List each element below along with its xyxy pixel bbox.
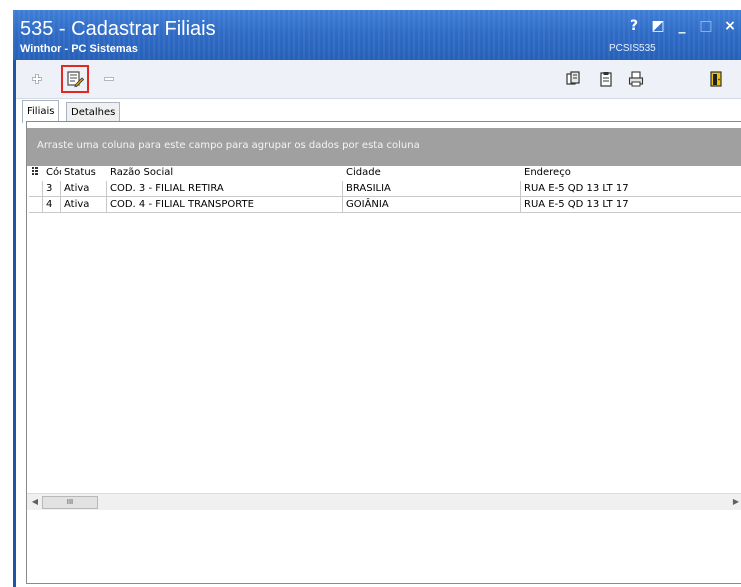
minus-icon: [104, 77, 114, 81]
grid-panel: Arraste uma coluna para este campo para …: [26, 121, 741, 584]
remove-button[interactable]: [98, 68, 120, 90]
clipboard-icon: [600, 72, 612, 87]
edit-record-icon: [67, 71, 84, 88]
window-controls: ? ◩ _ □ ×: [623, 16, 741, 36]
paste-button[interactable]: [595, 68, 617, 90]
plus-icon: [32, 74, 42, 84]
minimize-button[interactable]: _: [671, 16, 693, 36]
column-chooser-icon[interactable]: [29, 166, 43, 180]
column-header-cod[interactable]: Cód: [43, 166, 61, 180]
close-button[interactable]: ×: [719, 16, 741, 36]
tab-detalhes[interactable]: Detalhes: [66, 102, 121, 122]
column-header-razao-social[interactable]: Razão Social: [107, 166, 343, 180]
table-row[interactable]: 3 Ativa COD. 3 - FILIAL RETIRA BRASILIA …: [29, 181, 741, 197]
cell-cidade[interactable]: GOIÂNIA: [343, 197, 521, 212]
cell-cod[interactable]: 3: [43, 181, 61, 196]
print-icon: [628, 71, 644, 87]
edit-button[interactable]: [61, 65, 89, 93]
column-header-endereco[interactable]: Endereço: [521, 166, 741, 180]
column-header-cidade[interactable]: Cidade: [343, 166, 521, 180]
cell-cod[interactable]: 4: [43, 197, 61, 212]
toolbar: [16, 60, 741, 99]
app-window: 535 - Cadastrar Filiais Winthor - PC Sis…: [0, 0, 741, 587]
routine-code: PCSIS535: [609, 43, 656, 54]
data-grid[interactable]: Cód Status Razão Social Cidade Endereço …: [29, 166, 741, 493]
table-row[interactable]: 4 Ativa COD. 4 - FILIAL TRANSPORTE GOIÂN…: [29, 197, 741, 213]
cell-endereco[interactable]: RUA E-5 QD 13 LT 17: [521, 197, 741, 212]
row-indicator: [29, 181, 43, 196]
copy-icon: [566, 71, 580, 85]
help-button[interactable]: ?: [623, 16, 645, 36]
print-button[interactable]: [625, 68, 647, 90]
cell-cidade[interactable]: BRASILIA: [343, 181, 521, 196]
scroll-left-icon[interactable]: ◀: [29, 496, 41, 508]
column-header-status[interactable]: Status: [61, 166, 105, 180]
restore-button[interactable]: ◩: [647, 16, 669, 36]
cell-status[interactable]: Ativa: [61, 181, 107, 196]
title-bar[interactable]: 535 - Cadastrar Filiais Winthor - PC Sis…: [13, 10, 741, 60]
group-by-hint: Arraste uma coluna para este campo para …: [37, 140, 420, 151]
maximize-button[interactable]: □: [695, 16, 717, 36]
background-margin: [0, 0, 13, 587]
exit-door-icon: [710, 71, 722, 87]
window-title: 535 - Cadastrar Filiais: [20, 18, 216, 40]
row-indicator: [29, 197, 43, 212]
add-button[interactable]: [26, 68, 48, 90]
scroll-right-icon[interactable]: ▶: [730, 496, 741, 508]
horizontal-scrollbar[interactable]: ◀ III ▶: [27, 493, 741, 510]
copy-button[interactable]: [562, 68, 584, 90]
tab-strip: Filiais Detalhes: [16, 100, 741, 123]
group-by-panel[interactable]: Arraste uma coluna para este campo para …: [27, 128, 741, 166]
cell-razao-social[interactable]: COD. 3 - FILIAL RETIRA: [107, 181, 343, 196]
tab-filiais[interactable]: Filiais: [22, 100, 60, 123]
scroll-thumb[interactable]: III: [42, 496, 98, 509]
cell-endereco[interactable]: RUA E-5 QD 13 LT 17: [521, 181, 741, 196]
cell-status[interactable]: Ativa: [61, 197, 107, 212]
cell-razao-social[interactable]: COD. 4 - FILIAL TRANSPORTE: [107, 197, 343, 212]
window-subtitle: Winthor - PC Sistemas: [20, 43, 138, 55]
exit-button[interactable]: [705, 68, 727, 90]
